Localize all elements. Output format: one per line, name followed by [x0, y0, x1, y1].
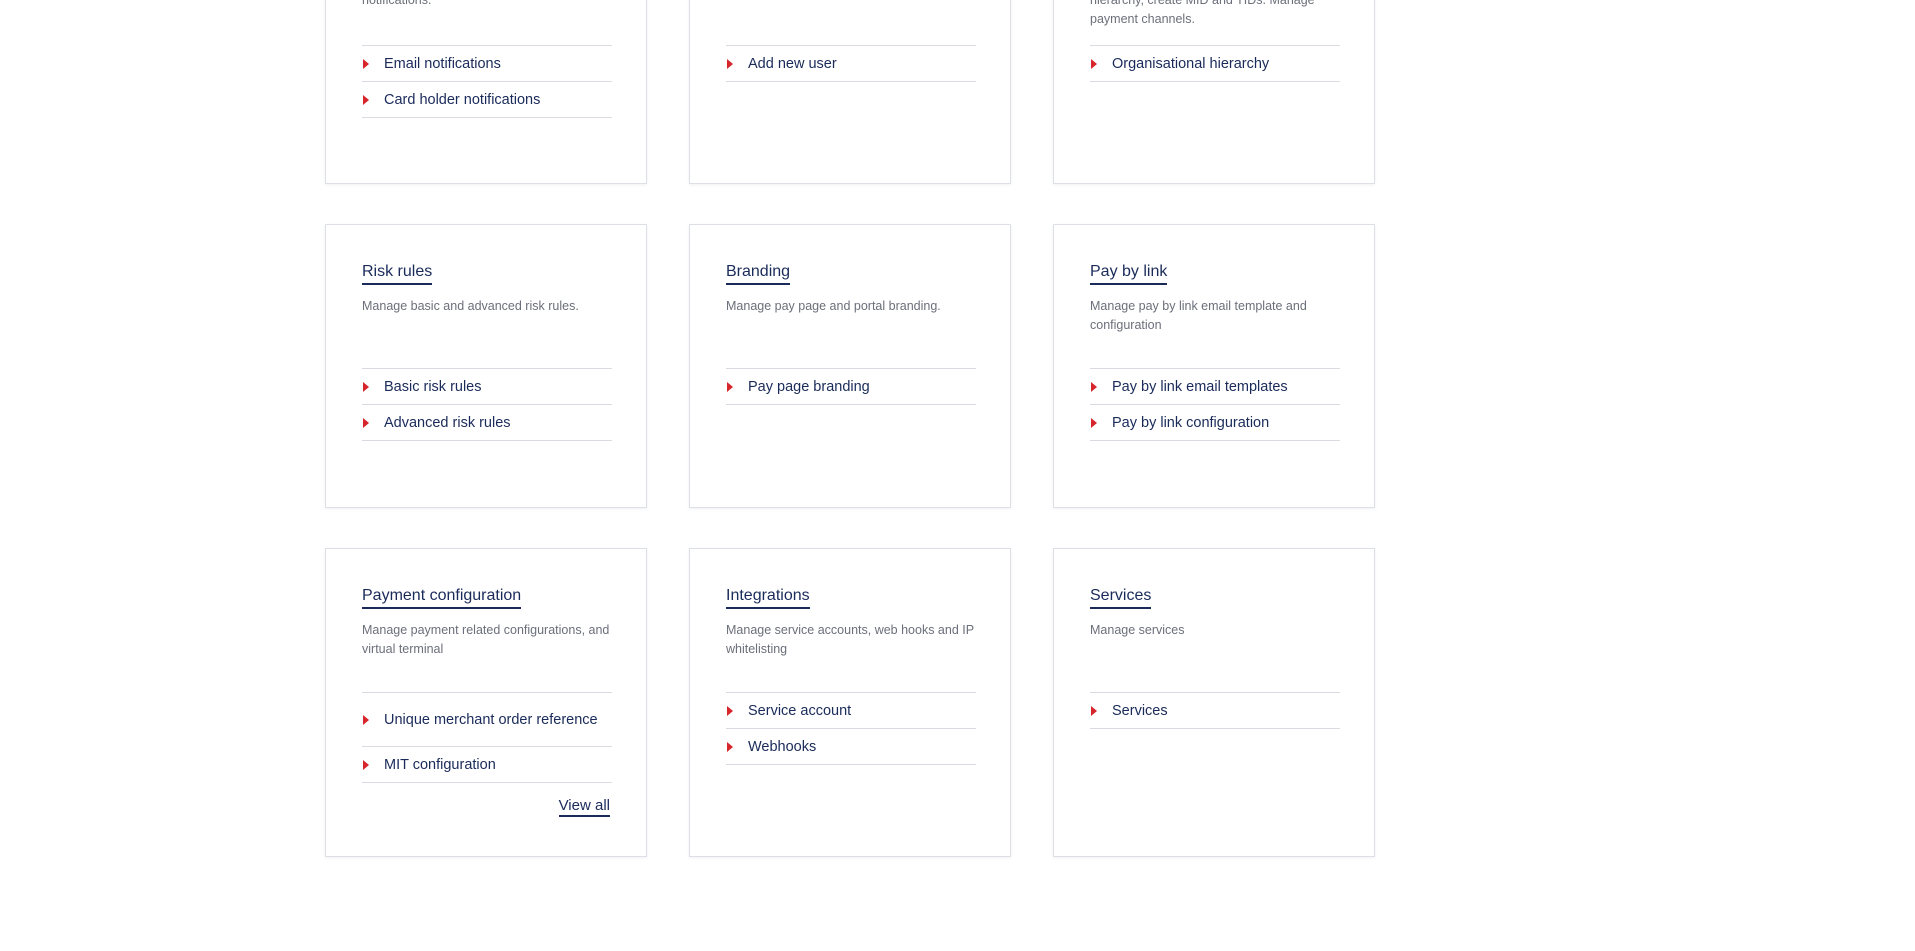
users-links: Add new user: [726, 45, 976, 82]
services-card: Services Manage services Services: [1053, 548, 1375, 857]
caret-right-icon: [1091, 58, 1097, 69]
link-card-holder-notifications[interactable]: Card holder notifications: [362, 82, 612, 118]
caret-right-icon: [363, 714, 369, 725]
integrations-desc: Manage service accounts, web hooks and I…: [726, 623, 974, 656]
caret-right-icon: [1091, 705, 1097, 716]
pay-by-link-desc: Manage pay by link email template and co…: [1090, 299, 1307, 332]
caret-right-icon: [1091, 381, 1097, 392]
caret-right-icon: [727, 381, 733, 392]
caret-right-icon: [363, 759, 369, 770]
caret-right-icon: [363, 94, 369, 105]
link-pay-page-branding[interactable]: Pay page branding: [726, 369, 976, 405]
hierarchy-card: hierarchy, create MID and TIDs. Manage p…: [1053, 0, 1375, 184]
integrations-card: Integrations Manage service accounts, we…: [689, 548, 1011, 857]
branding-title[interactable]: Branding: [726, 263, 791, 285]
branding-desc: Manage pay page and portal branding.: [726, 299, 941, 313]
caret-right-icon: [727, 58, 733, 69]
integrations-links: Service account Webhooks: [726, 692, 976, 765]
hierarchy-links: Organisational hierarchy: [1090, 45, 1340, 82]
services-links: Services: [1090, 692, 1340, 729]
caret-right-icon: [363, 381, 369, 392]
link-organisational-hierarchy[interactable]: Organisational hierarchy: [1090, 46, 1340, 82]
payment-configuration-title[interactable]: Payment configuration: [362, 587, 522, 609]
link-add-new-user[interactable]: Add new user: [726, 46, 976, 82]
link-pay-by-link-email-templates[interactable]: Pay by link email templates: [1090, 369, 1340, 405]
notifications-links: Email notifications Card holder notifica…: [362, 45, 612, 118]
branding-card: Branding Manage pay page and portal bran…: [689, 224, 1011, 508]
notifications-desc: notifications.: [362, 0, 432, 7]
caret-right-icon: [1091, 417, 1097, 428]
link-webhooks[interactable]: Webhooks: [726, 729, 976, 765]
payment-configuration-links: Unique merchant order reference MIT conf…: [362, 692, 612, 783]
link-unique-merchant-order-reference[interactable]: Unique merchant order reference: [362, 693, 612, 747]
link-service-account[interactable]: Service account: [726, 693, 976, 729]
caret-right-icon: [363, 58, 369, 69]
link-pay-by-link-configuration[interactable]: Pay by link configuration: [1090, 405, 1340, 441]
caret-right-icon: [727, 705, 733, 716]
payment-configuration-card: Payment configuration Manage payment rel…: [325, 548, 647, 857]
pay-by-link-card: Pay by link Manage pay by link email tem…: [1053, 224, 1375, 508]
notifications-card: notifications. Email notifications Card …: [325, 0, 647, 184]
link-email-notifications[interactable]: Email notifications: [362, 46, 612, 82]
risk-rules-links: Basic risk rules Advanced risk rules: [362, 368, 612, 441]
view-all-link[interactable]: View all: [558, 797, 610, 817]
users-card: Add new user: [689, 0, 1011, 184]
services-desc: Manage services: [1090, 623, 1185, 637]
payment-configuration-desc: Manage payment related configurations, a…: [362, 623, 610, 656]
caret-right-icon: [727, 741, 733, 752]
caret-right-icon: [363, 417, 369, 428]
link-advanced-risk-rules[interactable]: Advanced risk rules: [362, 405, 612, 441]
hierarchy-desc: hierarchy, create MID and TIDs. Manage p…: [1090, 0, 1315, 26]
services-title[interactable]: Services: [1090, 587, 1152, 609]
link-basic-risk-rules[interactable]: Basic risk rules: [362, 369, 612, 405]
risk-rules-desc: Manage basic and advanced risk rules.: [362, 299, 579, 313]
branding-links: Pay page branding: [726, 368, 976, 405]
link-mit-configuration[interactable]: MIT configuration: [362, 747, 612, 783]
risk-rules-card: Risk rules Manage basic and advanced ris…: [325, 224, 647, 508]
pay-by-link-title[interactable]: Pay by link: [1090, 263, 1168, 285]
risk-rules-title[interactable]: Risk rules: [362, 263, 433, 285]
integrations-title[interactable]: Integrations: [726, 587, 810, 609]
pay-by-link-links: Pay by link email templates Pay by link …: [1090, 368, 1340, 441]
link-services[interactable]: Services: [1090, 693, 1340, 729]
